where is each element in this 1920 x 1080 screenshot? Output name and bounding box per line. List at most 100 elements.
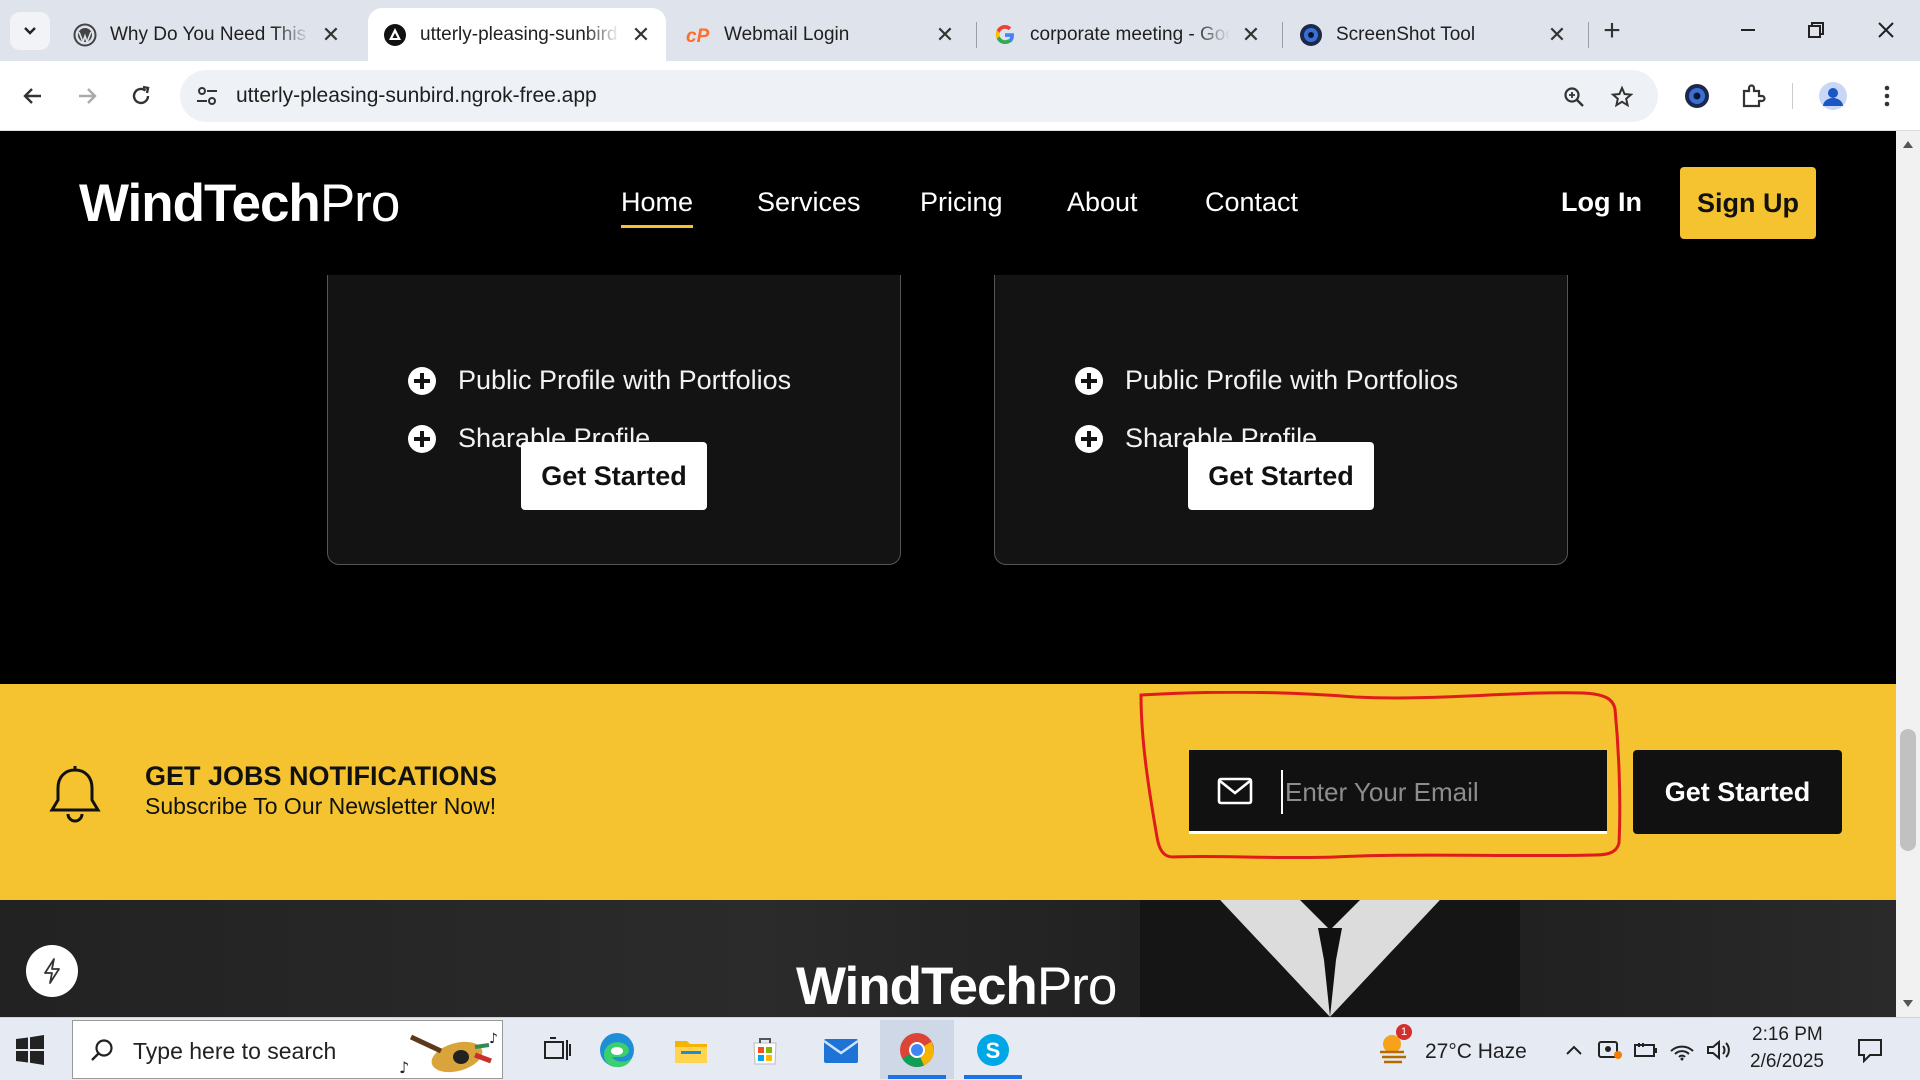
plan-get-started-button[interactable]: Get Started [1188, 442, 1374, 510]
scroll-down-arrow-icon[interactable] [1903, 1000, 1913, 1007]
plan-feature: Public Profile with Portfolios [408, 365, 791, 396]
notification-center-icon[interactable] [1856, 1036, 1884, 1064]
site-info-icon[interactable] [194, 83, 220, 109]
login-link[interactable]: Log In [1561, 187, 1642, 218]
nav-home[interactable]: Home [621, 187, 694, 228]
file-explorer-app[interactable] [654, 1020, 728, 1079]
close-icon [1878, 22, 1894, 38]
svg-text:cP: cP [686, 26, 710, 46]
screenshot-tool-icon [1298, 22, 1324, 48]
reload-button[interactable] [122, 77, 160, 115]
mail-app-icon [823, 1038, 859, 1063]
tab-title: utterly-pleasing-sunbird.ngrok-free.app [420, 23, 620, 45]
nav-pricing[interactable]: Pricing [920, 187, 1003, 218]
plus-circle-icon [408, 424, 436, 453]
screenshot-extension-icon[interactable] [1678, 77, 1716, 115]
page-scrollbar[interactable] [1896, 131, 1920, 1017]
close-tab-icon[interactable]: ✕ [318, 22, 344, 48]
signup-button[interactable]: Sign Up [1680, 167, 1816, 239]
quick-action-button[interactable] [26, 945, 78, 997]
extensions-puzzle-icon[interactable] [1734, 77, 1772, 115]
volume-icon[interactable] [1704, 1036, 1732, 1064]
zoom-icon[interactable] [1560, 83, 1588, 111]
scroll-up-arrow-icon[interactable] [1903, 141, 1913, 148]
clock-date[interactable]: 2/6/2025 [1750, 1051, 1824, 1073]
footer-logo[interactable]: WindTechPro [796, 956, 1117, 1017]
newsletter-section: GET JOBS NOTIFICATIONS Subscribe To Our … [0, 684, 1896, 900]
nav-services[interactable]: Services [757, 187, 861, 218]
meet-now-icon[interactable] [1596, 1036, 1624, 1064]
close-window-button[interactable] [1856, 10, 1916, 50]
bell-icon [49, 766, 101, 823]
url-text[interactable]: utterly-pleasing-sunbird.ngrok-free.app [236, 84, 597, 108]
taskbar-search-placeholder: Type here to search [133, 1038, 337, 1064]
wordpress-icon [72, 22, 98, 48]
plan-feature: Public Profile with Portfolios [1075, 365, 1458, 396]
edge-app[interactable] [580, 1020, 654, 1079]
forward-button[interactable] [68, 77, 106, 115]
reload-icon [132, 85, 150, 105]
back-button[interactable] [14, 77, 52, 115]
arrow-right-icon [79, 88, 97, 104]
plan-get-started-button[interactable]: Get Started [521, 442, 707, 510]
logo-bold: WindTech [796, 957, 1038, 1016]
windows-start-icon[interactable] [14, 1034, 46, 1066]
nav-contact[interactable]: Contact [1205, 187, 1298, 218]
close-tab-icon[interactable]: ✕ [1238, 22, 1264, 48]
close-tab-icon[interactable]: ✕ [628, 22, 654, 48]
menu-kebab-icon[interactable] [1868, 77, 1906, 115]
close-tab-icon[interactable]: ✕ [932, 22, 958, 48]
bookmark-star-icon[interactable] [1608, 83, 1636, 111]
chrome-app[interactable] [880, 1020, 954, 1079]
logo-light: Pro [1036, 957, 1117, 1016]
plus-circle-icon [1075, 424, 1103, 453]
battery-icon[interactable] [1632, 1036, 1660, 1064]
nav-about[interactable]: About [1067, 187, 1138, 218]
logo-light: Pro [319, 174, 400, 233]
tab-strip: Why Do You Need This Job ✕ utterly-pleas… [0, 0, 1920, 61]
red-annotation-scribble [1139, 691, 1622, 860]
svg-text:♪: ♪ [399, 1058, 409, 1077]
chevron-up-icon[interactable] [1560, 1036, 1588, 1064]
task-view-icon [544, 1036, 571, 1060]
taskbar-search[interactable]: Type here to search ♪ ♪ [72, 1020, 503, 1079]
browser-toolbar: utterly-pleasing-sunbird.ngrok-free.app [0, 61, 1920, 131]
toolbar-divider [1792, 83, 1793, 109]
tab-search-button[interactable] [10, 12, 50, 50]
weather-text[interactable]: 27°C Haze [1425, 1040, 1527, 1064]
plan-feature-label: Public Profile with Portfolios [1125, 365, 1459, 395]
skype-app[interactable]: S [956, 1020, 1030, 1079]
close-tab-icon[interactable]: ✕ [1544, 22, 1570, 48]
skype-icon: S [977, 1033, 1009, 1066]
site-logo[interactable]: WindTechPro [79, 173, 400, 234]
minimize-button[interactable] [1718, 10, 1778, 50]
tab-sunbird[interactable]: utterly-pleasing-sunbird.ngrok-free.app … [368, 8, 666, 61]
wifi-icon[interactable] [1668, 1036, 1696, 1064]
scrollbar-thumb[interactable] [1900, 729, 1916, 851]
svg-text:♪: ♪ [489, 1031, 498, 1047]
profile-avatar-icon[interactable] [1814, 77, 1852, 115]
weather-badge: 1 [1396, 1024, 1412, 1040]
mail-app[interactable] [804, 1020, 878, 1079]
restore-button[interactable] [1786, 10, 1846, 50]
page-viewport: Public Profile with Portfolios Sharable … [0, 131, 1896, 1017]
new-tab-button[interactable]: + [1595, 14, 1629, 48]
windows-taskbar: Type here to search ♪ ♪ S 1 27°C Haze 2:… [0, 1017, 1920, 1080]
tab-why-job[interactable]: Why Do You Need This Job ✕ [58, 8, 356, 61]
lightning-icon [44, 958, 60, 984]
tab-title: Webmail Login [724, 23, 850, 45]
tab-webmail[interactable]: cP Webmail Login ✕ [672, 8, 970, 61]
clock-time[interactable]: 2:16 PM [1752, 1024, 1823, 1046]
store-icon [753, 1037, 777, 1064]
newsletter-title: GET JOBS NOTIFICATIONS [145, 761, 498, 791]
tab-screenshot-tool[interactable]: ScreenShot Tool ✕ [1284, 8, 1582, 61]
newsletter-get-started-button[interactable]: Get Started [1633, 750, 1842, 834]
search-icon [91, 1039, 113, 1061]
tab-google-search[interactable]: corporate meeting - Google Search ✕ [978, 8, 1276, 61]
chevron-down-icon [24, 27, 36, 35]
microsoft-store-app[interactable] [728, 1020, 802, 1079]
tab-separator [1282, 22, 1283, 48]
tab-separator [1588, 22, 1589, 48]
tab-title: corporate meeting - Google Search [1030, 23, 1230, 45]
address-bar[interactable]: utterly-pleasing-sunbird.ngrok-free.app [180, 70, 1658, 122]
